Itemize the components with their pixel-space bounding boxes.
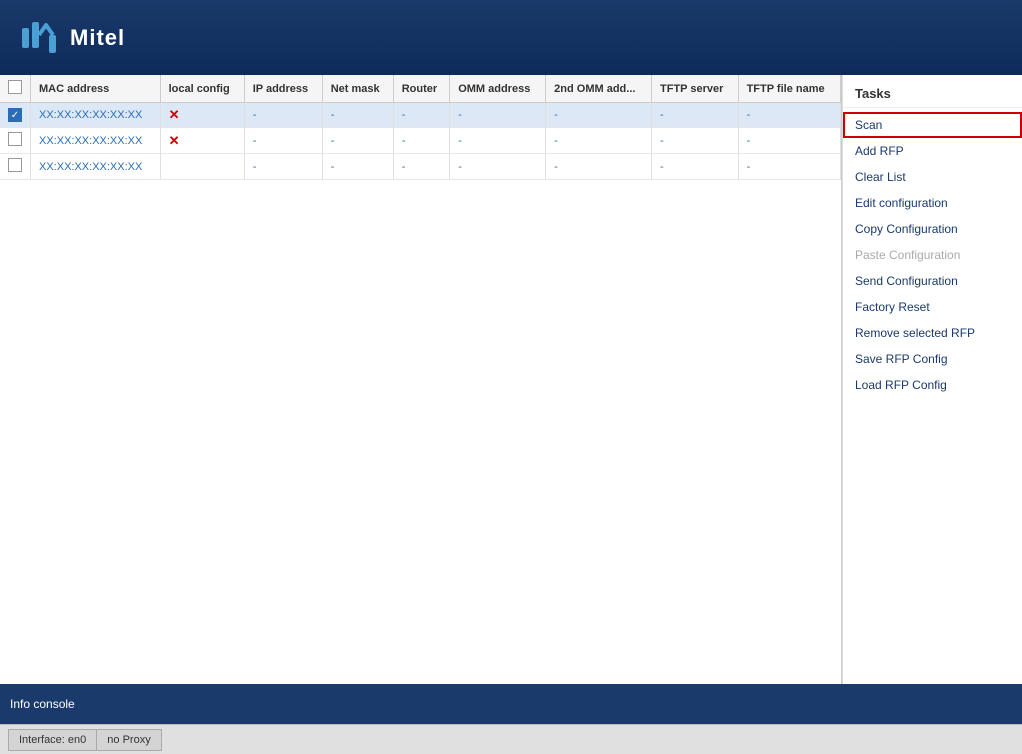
table-body: ✓XX:XX:XX:XX:XX:XX✕-------XX:XX:XX:XX:XX… <box>0 103 841 180</box>
task-item-edit-configuration[interactable]: Edit configuration <box>843 190 1022 216</box>
table-area: MAC address local config IP address Net … <box>0 75 842 684</box>
local-config-x: ✕ <box>169 133 180 148</box>
task-item-add-rfp[interactable]: Add RFP <box>843 138 1022 164</box>
col-checkbox[interactable] <box>0 75 31 103</box>
cell-omm: - <box>450 103 546 128</box>
app-logo-text: Mitel <box>70 25 125 51</box>
rfp-table: MAC address local config IP address Net … <box>0 75 841 180</box>
select-all-checkbox[interactable] <box>8 80 22 94</box>
cell-tftp: - <box>652 128 739 154</box>
row-checkbox[interactable] <box>0 154 31 180</box>
cell-tftp-file: - <box>738 154 840 180</box>
tasks-list: ScanAdd RFPClear ListEdit configurationC… <box>843 112 1022 398</box>
checkbox-unchecked[interactable] <box>8 158 22 172</box>
task-item-factory-reset[interactable]: Factory Reset <box>843 294 1022 320</box>
cell-omm2: - <box>546 103 652 128</box>
proxy-status: no Proxy <box>96 729 161 751</box>
checkbox-unchecked[interactable] <box>8 132 22 146</box>
task-item-copy-configuration[interactable]: Copy Configuration <box>843 216 1022 242</box>
main-container: MAC address local config IP address Net … <box>0 75 1022 684</box>
header: Mitel <box>0 0 1022 75</box>
cell-omm: - <box>450 128 546 154</box>
info-console: Info console <box>0 684 1022 724</box>
cell-omm: - <box>450 154 546 180</box>
col-omm: OMM address <box>450 75 546 103</box>
tasks-title: Tasks <box>843 80 1022 108</box>
col-local-config: local config <box>160 75 244 103</box>
cell-omm2: - <box>546 154 652 180</box>
cell-netmask: - <box>322 103 393 128</box>
col-netmask: Net mask <box>322 75 393 103</box>
cell-tftp-file: - <box>738 103 840 128</box>
cell-ip: - <box>244 154 322 180</box>
cell-mac: XX:XX:XX:XX:XX:XX <box>31 128 161 154</box>
task-item-remove-selected-rfp[interactable]: Remove selected RFP <box>843 320 1022 346</box>
local-config-x: ✕ <box>169 107 180 122</box>
cell-ip: - <box>244 128 322 154</box>
cell-ip: - <box>244 103 322 128</box>
cell-local-config: ✕ <box>160 128 244 154</box>
row-checkbox[interactable] <box>0 128 31 154</box>
checkbox-checked[interactable]: ✓ <box>8 108 22 122</box>
col-ip: IP address <box>244 75 322 103</box>
table-row[interactable]: XX:XX:XX:XX:XX:XX------- <box>0 154 841 180</box>
interface-status: Interface: en0 <box>8 729 96 751</box>
info-console-label: Info console <box>10 697 75 711</box>
cell-tftp-file: - <box>738 128 840 154</box>
task-item-paste-configuration: Paste Configuration <box>843 242 1022 268</box>
col-mac: MAC address <box>31 75 161 103</box>
cell-tftp: - <box>652 154 739 180</box>
cell-mac: XX:XX:XX:XX:XX:XX <box>31 103 161 128</box>
task-item-send-configuration[interactable]: Send Configuration <box>843 268 1022 294</box>
cell-netmask: - <box>322 128 393 154</box>
row-checkbox[interactable]: ✓ <box>0 103 31 128</box>
col-router: Router <box>393 75 449 103</box>
logo-area: Mitel <box>20 20 125 55</box>
task-item-scan[interactable]: Scan <box>843 112 1022 138</box>
table-row[interactable]: ✓XX:XX:XX:XX:XX:XX✕------- <box>0 103 841 128</box>
cell-mac: XX:XX:XX:XX:XX:XX <box>31 154 161 180</box>
cell-netmask: - <box>322 154 393 180</box>
cell-router: - <box>393 154 449 180</box>
cell-local-config: ✕ <box>160 103 244 128</box>
table-header-row: MAC address local config IP address Net … <box>0 75 841 103</box>
task-item-load-rfp-config[interactable]: Load RFP Config <box>843 372 1022 398</box>
table-row[interactable]: XX:XX:XX:XX:XX:XX✕------- <box>0 128 841 154</box>
status-bar: Interface: en0 no Proxy <box>0 724 1022 754</box>
col-tftp-file: TFTP file name <box>738 75 840 103</box>
col-omm2: 2nd OMM add... <box>546 75 652 103</box>
task-item-save-rfp-config[interactable]: Save RFP Config <box>843 346 1022 372</box>
mitel-logo-icon <box>20 20 60 55</box>
col-tftp: TFTP server <box>652 75 739 103</box>
tasks-sidebar: Tasks ScanAdd RFPClear ListEdit configur… <box>842 75 1022 684</box>
cell-tftp: - <box>652 103 739 128</box>
cell-local-config <box>160 154 244 180</box>
cell-router: - <box>393 128 449 154</box>
cell-router: - <box>393 103 449 128</box>
cell-omm2: - <box>546 128 652 154</box>
task-item-clear-list[interactable]: Clear List <box>843 164 1022 190</box>
